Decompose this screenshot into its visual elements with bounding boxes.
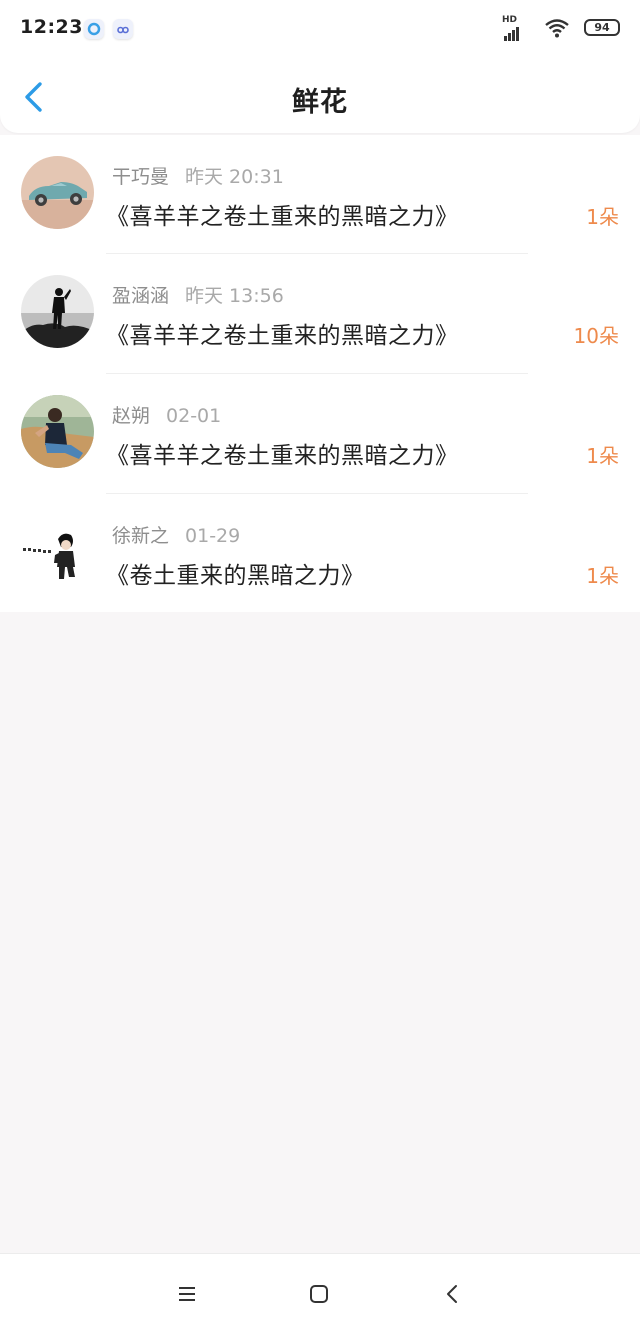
flower-count: 1朵 bbox=[586, 205, 619, 229]
work-title: 《喜羊羊之卷土重来的黑暗之力》 bbox=[106, 323, 459, 349]
battery-icon: 94 bbox=[584, 19, 620, 36]
flower-count: 1朵 bbox=[586, 564, 619, 588]
list-item[interactable]: 盈涵涵 昨天 13:56 《喜羊羊之卷土重来的黑暗之力》 10朵 bbox=[0, 254, 640, 374]
system-nav-bar bbox=[0, 1253, 640, 1330]
item-meta: 赵朔 02-01 bbox=[112, 401, 221, 428]
item-meta: 盈涵涵 昨天 13:56 bbox=[112, 281, 284, 308]
nav-header: 鲜花 bbox=[0, 58, 640, 133]
sent-time: 01-29 bbox=[185, 525, 241, 547]
app-notification-icon bbox=[113, 19, 133, 39]
top-card: 12:23 HD 94 鲜花 bbox=[0, 0, 640, 133]
wifi-icon bbox=[544, 17, 570, 39]
status-time: 12:23 bbox=[20, 16, 83, 38]
flower-count: 10朵 bbox=[573, 324, 619, 348]
list-item[interactable]: 赵朔 02-01 《喜羊羊之卷土重来的黑暗之力》 1朵 bbox=[0, 374, 640, 494]
item-meta: 干巧曼 昨天 20:31 bbox=[112, 162, 284, 189]
home-icon[interactable] bbox=[307, 1282, 331, 1306]
sent-time: 昨天 13:56 bbox=[185, 285, 284, 307]
screen: 12:23 HD 94 鲜花 干巧曼 昨天 20:31 《喜羊羊之卷土重来的黑暗… bbox=[0, 0, 640, 1330]
work-title: 《卷土重来的黑暗之力》 bbox=[106, 563, 365, 589]
back-icon[interactable] bbox=[441, 1282, 465, 1306]
work-title: 《喜羊羊之卷土重来的黑暗之力》 bbox=[106, 443, 459, 469]
menu-icon[interactable] bbox=[175, 1282, 199, 1306]
flower-count: 1朵 bbox=[586, 444, 619, 468]
list-item[interactable]: 干巧曼 昨天 20:31 《喜羊羊之卷土重来的黑暗之力》 1朵 bbox=[0, 135, 640, 254]
status-bar: 12:23 HD 94 bbox=[0, 0, 640, 58]
app-notification-icon bbox=[84, 19, 104, 39]
battery-level: 94 bbox=[594, 21, 610, 34]
page-title: 鲜花 bbox=[292, 87, 348, 118]
item-meta: 徐新之 01-29 bbox=[112, 521, 240, 548]
sender-name: 徐新之 bbox=[112, 525, 170, 547]
sent-time: 02-01 bbox=[166, 405, 222, 427]
list-item[interactable]: 徐新之 01-29 《卷土重来的黑暗之力》 1朵 bbox=[0, 494, 640, 614]
vintage-car-avatar[interactable] bbox=[21, 156, 94, 229]
silhouette-sea-avatar[interactable] bbox=[21, 275, 94, 348]
flower-list: 干巧曼 昨天 20:31 《喜羊羊之卷土重来的黑暗之力》 1朵 盈涵涵 昨天 13:… bbox=[0, 135, 640, 612]
work-title: 《喜羊羊之卷土重来的黑暗之力》 bbox=[106, 204, 459, 230]
signal-icon: HD bbox=[502, 15, 528, 41]
person-sofa-avatar[interactable] bbox=[21, 395, 94, 468]
cartoon-figure-avatar[interactable] bbox=[21, 515, 94, 588]
sent-time: 昨天 20:31 bbox=[185, 166, 284, 188]
sender-name: 干巧曼 bbox=[112, 166, 170, 188]
sender-name: 盈涵涵 bbox=[112, 285, 170, 307]
sender-name: 赵朔 bbox=[112, 405, 151, 427]
